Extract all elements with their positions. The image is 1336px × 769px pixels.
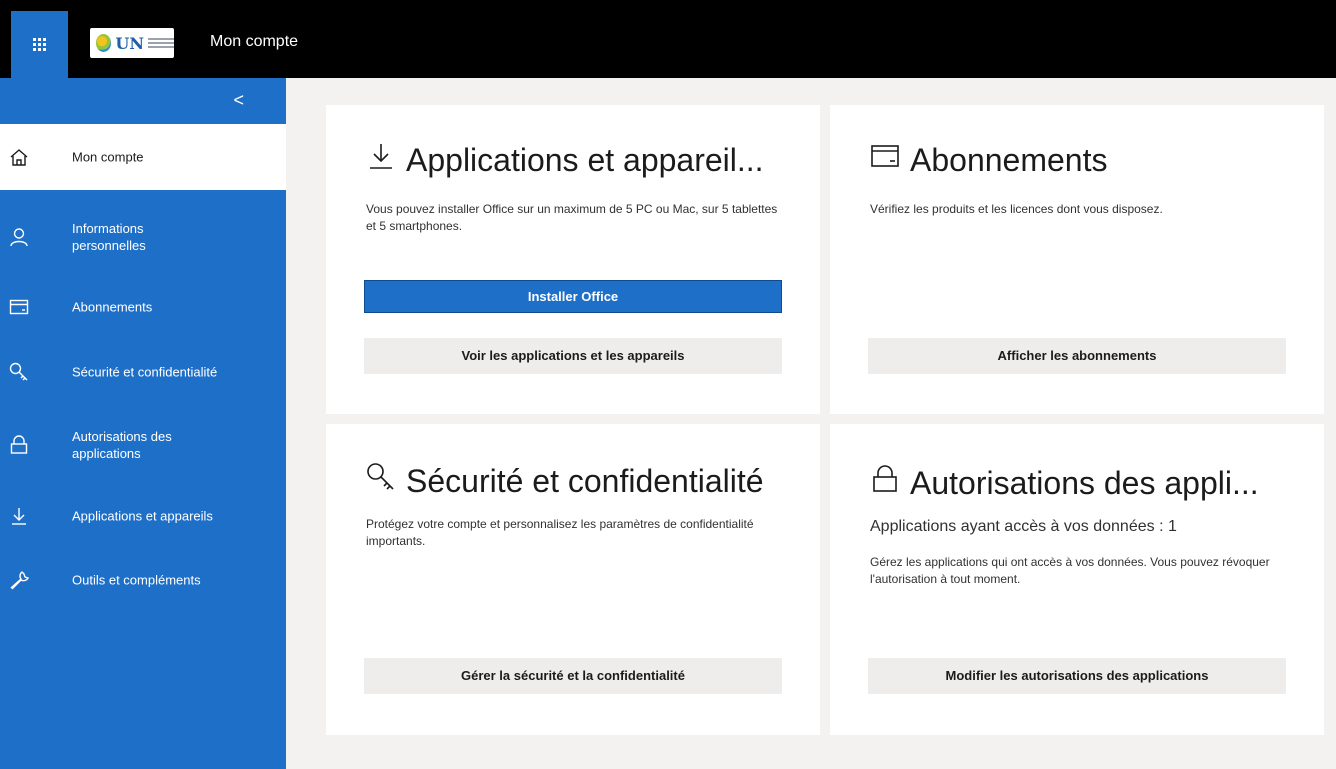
home-icon — [8, 146, 30, 168]
sidebar-item-label: Applications et appareils — [72, 508, 213, 524]
download-icon — [366, 141, 396, 179]
install-office-button[interactable]: Installer Office — [364, 280, 782, 313]
key-icon — [366, 462, 396, 500]
wrench-icon — [8, 569, 30, 591]
sidebar-item-autorisations[interactable]: Autorisations des applications — [0, 407, 286, 483]
card-securite: Sécurité et confidentialité Protégez vot… — [326, 424, 820, 735]
card-description: Vous pouvez installer Office sur un maxi… — [366, 202, 778, 233]
download-icon — [8, 505, 30, 527]
card-icon — [8, 296, 30, 318]
show-subscriptions-button[interactable]: Afficher les abonnements — [868, 338, 1286, 374]
view-apps-devices-button[interactable]: Voir les applications et les appareils — [364, 338, 782, 374]
apps-with-access-count: Applications ayant accès à vos données :… — [870, 518, 1177, 535]
card-title-row: Applications et appareil... — [366, 141, 764, 179]
card-title: Abonnements — [910, 141, 1108, 178]
sidebar-item-applications[interactable]: Applications et appareils — [0, 484, 286, 548]
waffle-icon — [33, 38, 46, 51]
app-title[interactable]: Mon compte — [210, 33, 298, 51]
card-description: Vérifiez les produits et les licences do… — [870, 202, 1163, 216]
sidebar-item-label: Autorisations des applications — [72, 429, 172, 461]
logo-lines — [148, 38, 174, 48]
sidebar-item-label: Informations personnelles — [72, 221, 146, 253]
card-title: Autorisations des appli... — [910, 464, 1259, 501]
sidebar-item-mon-compte[interactable]: Mon compte — [0, 124, 286, 190]
card-autorisations: Autorisations des appli... Applications … — [830, 424, 1324, 735]
logo-mark — [96, 34, 112, 52]
card-description: Protégez votre compte et personnalisez l… — [366, 517, 754, 548]
key-icon — [8, 361, 30, 383]
sidebar-item-label: Outils et compléments — [72, 572, 201, 588]
person-icon — [8, 226, 30, 248]
logo-text: UN — [115, 33, 144, 53]
sidebar-item-label: Abonnements — [72, 299, 153, 315]
edit-app-permissions-button[interactable]: Modifier les autorisations des applicati… — [868, 658, 1286, 694]
sidebar-item-outils[interactable]: Outils et compléments — [0, 548, 286, 612]
card-title-row: Abonnements — [870, 141, 1107, 179]
sidebar-item-label: Mon compte — [72, 149, 144, 165]
sidebar-item-abonnements[interactable]: Abonnements — [0, 275, 286, 339]
card-description: Gérez les applications qui ont accès à v… — [870, 555, 1270, 586]
card-abonnements: Abonnements Vérifiez les produits et les… — [830, 105, 1324, 414]
lock-icon — [870, 464, 900, 502]
card-title: Applications et appareil... — [406, 141, 764, 178]
manage-security-button[interactable]: Gérer la sécurité et la confidentialité — [364, 658, 782, 694]
sidebar-item-securite[interactable]: Sécurité et confidentialité — [0, 339, 286, 405]
sidebar-item-label: Sécurité et confidentialité — [72, 364, 218, 380]
card-icon — [870, 141, 900, 179]
top-header-bar: UN Mon compte — [0, 0, 1336, 78]
organization-logo[interactable]: UN — [90, 28, 174, 58]
lock-icon — [8, 434, 30, 456]
collapse-nav-button[interactable]: < — [233, 90, 244, 111]
sidebar-nav: < Mon compte Informations personnelles A… — [0, 78, 286, 769]
card-title-row: Autorisations des appli... — [870, 464, 1259, 502]
app-launcher-button[interactable] — [11, 11, 68, 78]
card-title-row: Sécurité et confidentialité — [366, 462, 764, 500]
card-applications: Applications et appareil... Vous pouvez … — [326, 105, 820, 414]
card-title: Sécurité et confidentialité — [406, 462, 764, 499]
sidebar-item-informations[interactable]: Informations personnelles — [0, 199, 286, 275]
